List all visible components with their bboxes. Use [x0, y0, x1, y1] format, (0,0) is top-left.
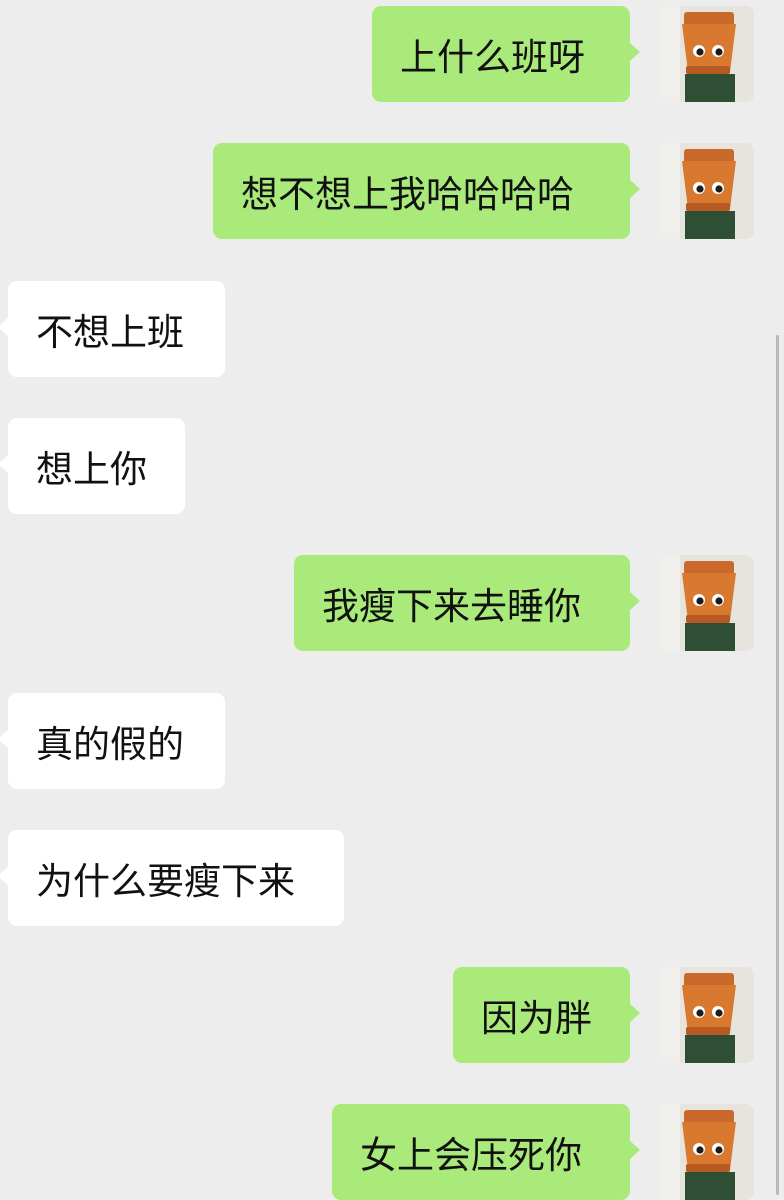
toy-figure-avatar-icon[interactable] [658, 967, 754, 1063]
message-bubble-incoming[interactable]: 不想上班 [0, 281, 225, 377]
toy-figure-avatar-icon[interactable] [658, 6, 754, 102]
message-bubble-outgoing[interactable]: 女上会压死你 [332, 1104, 640, 1200]
message-bubble-outgoing[interactable]: 我瘦下来去睡你 [294, 555, 640, 651]
message-bubble-incoming[interactable]: 真的假的 [0, 693, 225, 789]
toy-figure-avatar-icon[interactable] [658, 555, 754, 651]
message-bubble-outgoing[interactable]: 想不想上我哈哈哈哈 [213, 143, 640, 239]
chat-message-list: 上什么班呀 想不想上我哈哈哈哈 不想上班 想上你 我瘦下来去睡你 真的假的 为什… [0, 0, 784, 1200]
toy-figure-avatar-icon[interactable] [658, 143, 754, 239]
toy-figure-avatar-icon[interactable] [658, 1104, 754, 1200]
message-bubble-incoming[interactable]: 为什么要瘦下来 [0, 830, 344, 926]
message-bubble-outgoing[interactable]: 因为胖 [453, 967, 640, 1063]
scrollbar[interactable] [776, 335, 779, 1195]
message-bubble-incoming[interactable]: 想上你 [0, 418, 185, 514]
message-bubble-outgoing[interactable]: 上什么班呀 [372, 6, 640, 102]
